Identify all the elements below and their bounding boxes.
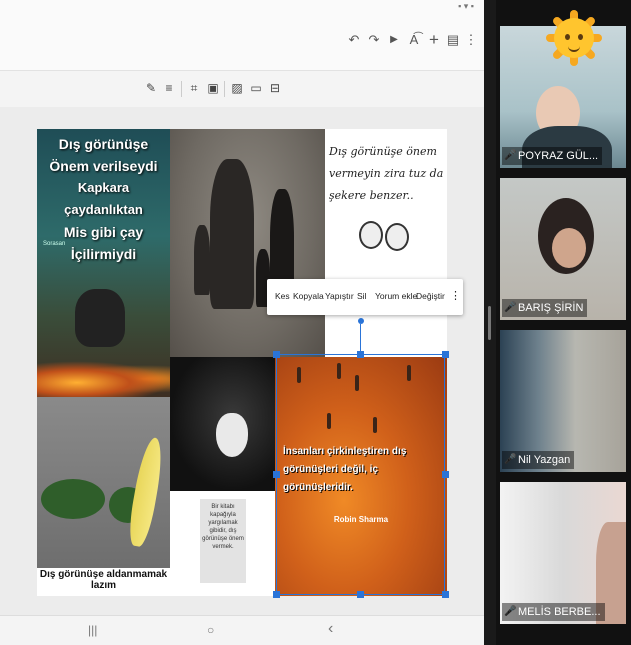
participant-name: MELİS BERBE...	[502, 603, 605, 621]
face-drawing	[385, 223, 409, 251]
participant-tile[interactable]: 🎤 Nil Yazgan	[500, 330, 626, 472]
mask-shape	[216, 413, 248, 457]
pen-icon[interactable]: ✎	[144, 80, 158, 96]
kettle-line: Önem verilseydi	[49, 158, 158, 174]
cucumber-caption: Dış görünüşe aldanmamak lazım	[39, 569, 168, 591]
resize-handle[interactable]	[273, 471, 280, 478]
comment-icon[interactable]: ▤	[445, 32, 461, 48]
participant-name: BARIŞ ŞİRİN	[502, 299, 588, 317]
kettle-shape	[75, 289, 125, 347]
resize-handle[interactable]	[357, 351, 364, 358]
mask-image[interactable]	[170, 357, 275, 491]
app-toolbar: ↶ ↷ ▶ A͡ + ▤ ⋮	[0, 14, 484, 71]
menu-add-comment[interactable]: Yorum ekle	[375, 291, 417, 301]
image-options-icon[interactable]: ▣	[206, 80, 220, 96]
kettle-line: Kapkara çaydanlıktan	[64, 180, 143, 217]
resize-handle[interactable]	[442, 471, 449, 478]
back-icon[interactable]: ‹	[328, 620, 333, 638]
kettle-line: Mis gibi çay	[63, 224, 144, 240]
resize-handle[interactable]	[273, 351, 280, 358]
reset-image-icon[interactable]: ▭	[249, 80, 263, 96]
shadow-figure	[210, 159, 254, 309]
text-format-icon[interactable]: A͡	[406, 32, 422, 48]
resize-handle[interactable]	[357, 591, 364, 598]
kettle-line: Dış görünüşe	[58, 136, 149, 152]
status-icons: ▪ ▾ ▪	[458, 1, 474, 11]
rotation-line	[360, 324, 361, 354]
face-drawing	[359, 221, 383, 249]
replace-image-icon[interactable]: ▨	[230, 80, 244, 96]
status-bar: ▪ ▾ ▪	[0, 0, 484, 14]
sun-eye	[565, 34, 570, 40]
book-note-image[interactable]: Bir kitabı kapağıyla yargılamak gibidir,…	[170, 491, 275, 596]
salt-sugar-image[interactable]: Dış görünüşe önem vermeyin zira tuz da ş…	[325, 129, 447, 357]
toolbar-divider	[181, 81, 182, 97]
home-icon[interactable]: ○	[207, 623, 214, 637]
cucumber-shape	[41, 479, 105, 519]
crop-icon[interactable]: ⌗	[187, 80, 201, 96]
menu-paste[interactable]: Yapıştır	[325, 291, 354, 301]
sun-core	[554, 18, 594, 58]
sun-eye	[578, 34, 583, 40]
resize-handle[interactable]	[273, 591, 280, 598]
add-icon[interactable]: +	[426, 31, 442, 48]
shadow-image[interactable]	[170, 129, 325, 357]
participant-name: Nil Yazgan	[502, 451, 575, 469]
menu-more-icon[interactable]: ⋮	[450, 289, 461, 302]
child-shadow	[194, 225, 210, 295]
undo-icon[interactable]: ↶	[346, 32, 362, 48]
participant-face	[552, 228, 586, 268]
participant-name: POYRAZ GÜL...	[502, 147, 603, 165]
android-nav-bar: ||| ○ ‹	[0, 615, 484, 645]
menu-delete[interactable]: Sil	[357, 291, 366, 301]
rotate-handle[interactable]	[358, 318, 364, 324]
recents-icon[interactable]: |||	[88, 623, 97, 637]
mask-image-icon[interactable]: ⊟	[268, 80, 282, 96]
redo-icon[interactable]: ↷	[366, 32, 382, 48]
divider-grip-icon[interactable]	[488, 306, 491, 340]
play-icon[interactable]: ▶	[386, 32, 402, 48]
sun-emoji-icon	[546, 10, 602, 66]
cucumber-photo	[37, 397, 170, 568]
kettle-image[interactable]: Dış görünüşe Önem verilseydi Kapkara çay…	[37, 129, 170, 397]
cucumber-banana-image[interactable]: Dış görünüşe aldanmamak lazım	[37, 397, 170, 596]
format-toolbar: ✎ ≡ ⌗ ▣ ▨ ▭ ⊟	[0, 71, 484, 108]
selection-box[interactable]	[276, 354, 445, 595]
context-menu: Kes Kopyala Yapıştır Sil Yorum ekle Deği…	[267, 279, 463, 315]
resize-handle[interactable]	[442, 591, 449, 598]
kettle-watermark: Sorasan	[43, 241, 66, 247]
more-vert-icon[interactable]: ⋮	[463, 32, 479, 48]
menu-cut[interactable]: Kes	[275, 291, 290, 301]
participant-tile[interactable]: 🎤 MELİS BERBE...	[500, 482, 626, 624]
salt-sugar-text: Dış görünüşe önem vermeyin zira tuz da ş…	[329, 145, 444, 202]
book-note-text: Bir kitabı kapağıyla yargılamak gibidir,…	[200, 499, 246, 583]
slides-app: ▪ ▾ ▪ ↶ ↷ ▶ A͡ + ▤ ⋮ ✎ ≡ ⌗ ▣ ▨ ▭ ⊟ Dış g…	[0, 0, 484, 645]
align-icon[interactable]: ≡	[162, 80, 176, 96]
fire-shape	[37, 361, 170, 397]
menu-copy[interactable]: Kopyala	[293, 291, 324, 301]
toolbar-divider	[224, 81, 225, 97]
resize-handle[interactable]	[442, 351, 449, 358]
menu-replace[interactable]: Değiştir	[416, 291, 445, 301]
participant-tile[interactable]: 🎤 BARIŞ ŞİRİN	[500, 178, 626, 320]
